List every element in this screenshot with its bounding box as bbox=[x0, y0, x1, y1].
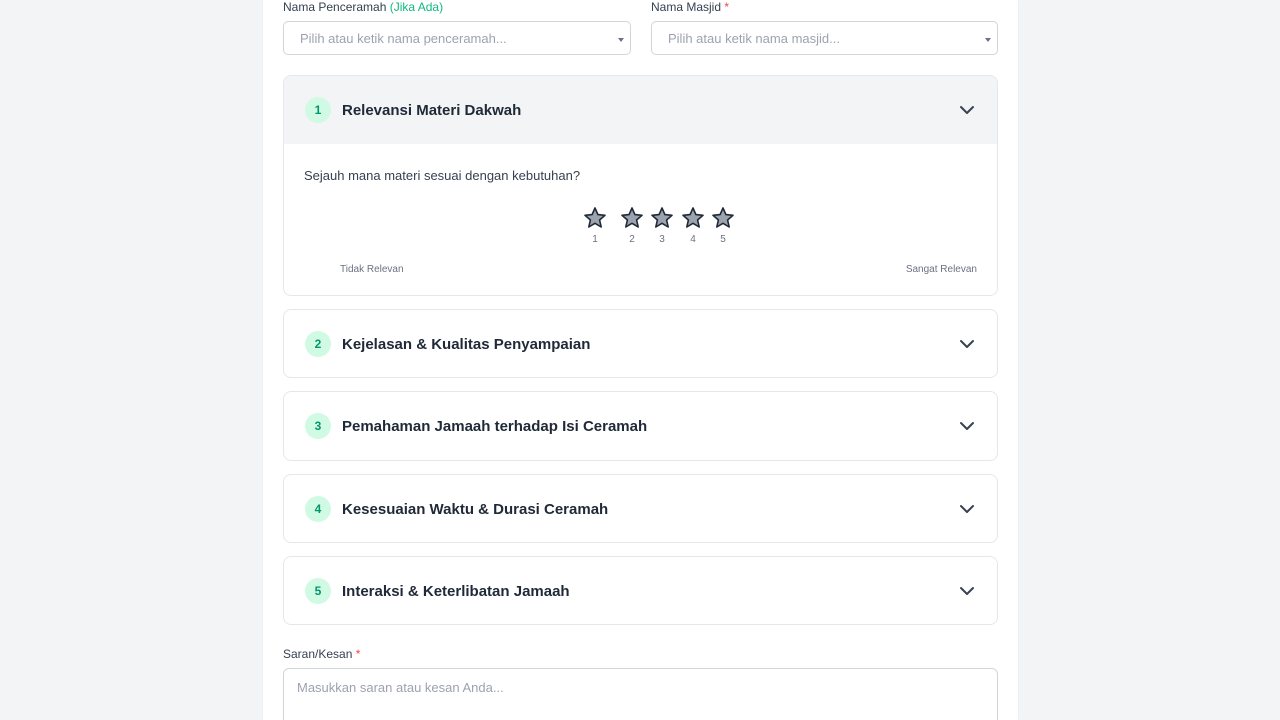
section-clarity: 2 Kejelasan & Kualitas Penyampaian bbox=[283, 309, 998, 378]
section-title: Pemahaman Jamaah terhadap Isi Ceramah bbox=[342, 417, 648, 435]
section-header-1[interactable]: 1 Relevansi Materi Dakwah bbox=[284, 76, 997, 144]
chevron-down-icon bbox=[960, 340, 974, 348]
chevron-down-icon bbox=[960, 505, 974, 513]
section-header-3[interactable]: 3 Pemahaman Jamaah terhadap Isi Ceramah bbox=[284, 392, 997, 460]
rating-question: Sejauh mana materi sesuai dengan kebutuh… bbox=[304, 168, 581, 183]
mosque-select[interactable]: Pilih atau ketik nama masjid... bbox=[651, 21, 998, 55]
required-marker: * bbox=[355, 647, 361, 661]
star-icon bbox=[584, 207, 606, 228]
mosque-label: Nama Masjid * bbox=[651, 0, 729, 14]
chevron-down-icon bbox=[960, 422, 974, 430]
star-number: 4 bbox=[690, 234, 696, 245]
section-number-badge: 2 bbox=[305, 331, 331, 357]
speaker-label: Nama Penceramah (Jika Ada) bbox=[283, 0, 443, 14]
mosque-select-placeholder: Pilih atau ketik nama masjid... bbox=[668, 30, 840, 46]
section-understanding: 3 Pemahaman Jamaah terhadap Isi Ceramah bbox=[283, 391, 998, 461]
star-icon bbox=[621, 207, 643, 228]
chevron-down-icon bbox=[960, 106, 974, 114]
section-relevance: 1 Relevansi Materi Dakwah Sejauh mana ma… bbox=[283, 75, 998, 296]
star-number: 5 bbox=[720, 234, 726, 245]
speaker-label-text: Nama Penceramah bbox=[283, 0, 387, 14]
section-number-badge: 3 bbox=[305, 413, 331, 439]
section-interaction: 5 Interaksi & Keterlibatan Jamaah bbox=[283, 556, 998, 625]
star-icon bbox=[712, 207, 734, 228]
section-title: Kejelasan & Kualitas Penyampaian bbox=[342, 335, 591, 353]
section-header-5[interactable]: 5 Interaksi & Keterlibatan Jamaah bbox=[284, 557, 997, 624]
suggestion-label: Saran/Kesan * bbox=[283, 647, 360, 661]
star-rating-4[interactable]: 4 bbox=[680, 206, 706, 245]
section-title: Kesesuaian Waktu & Durasi Ceramah bbox=[342, 500, 609, 518]
suggestion-placeholder: Masukkan saran atau kesan Anda... bbox=[297, 680, 504, 695]
section-number-badge: 4 bbox=[305, 496, 331, 522]
section-number-badge: 5 bbox=[305, 578, 331, 604]
section-number-badge: 1 bbox=[305, 97, 331, 123]
star-number: 2 bbox=[629, 234, 635, 245]
star-rating: 1 2 3 4 5 bbox=[284, 206, 997, 254]
star-rating-3[interactable]: 3 bbox=[649, 206, 675, 245]
star-icon bbox=[682, 207, 704, 228]
star-icon bbox=[651, 207, 673, 228]
required-marker: * bbox=[724, 0, 730, 14]
mosque-label-text: Nama Masjid bbox=[651, 0, 722, 14]
section-title: Interaksi & Keterlibatan Jamaah bbox=[342, 582, 570, 600]
scale-low-label: Tidak Relevan bbox=[340, 264, 404, 275]
suggestion-textarea[interactable]: Masukkan saran atau kesan Anda... bbox=[283, 668, 998, 720]
star-rating-2[interactable]: 2 bbox=[619, 206, 645, 245]
star-number: 3 bbox=[659, 234, 665, 245]
speaker-select[interactable]: Pilih atau ketik nama penceramah... bbox=[283, 21, 631, 55]
star-rating-5[interactable]: 5 bbox=[710, 206, 736, 245]
section-title: Relevansi Materi Dakwah bbox=[342, 101, 522, 119]
caret-down-icon bbox=[618, 38, 624, 42]
star-number: 1 bbox=[592, 234, 598, 245]
section-header-2[interactable]: 2 Kejelasan & Kualitas Penyampaian bbox=[284, 310, 997, 377]
section-timing: 4 Kesesuaian Waktu & Durasi Ceramah bbox=[283, 474, 998, 543]
speaker-select-placeholder: Pilih atau ketik nama penceramah... bbox=[300, 30, 507, 46]
section-header-4[interactable]: 4 Kesesuaian Waktu & Durasi Ceramah bbox=[284, 475, 997, 542]
chevron-down-icon bbox=[960, 587, 974, 595]
star-rating-1[interactable]: 1 bbox=[582, 206, 608, 245]
speaker-optional-hint: (Jika Ada) bbox=[389, 0, 444, 14]
suggestion-label-text: Saran/Kesan bbox=[283, 647, 353, 661]
scale-high-label: Sangat Relevan bbox=[905, 264, 977, 275]
caret-down-icon bbox=[985, 38, 991, 42]
